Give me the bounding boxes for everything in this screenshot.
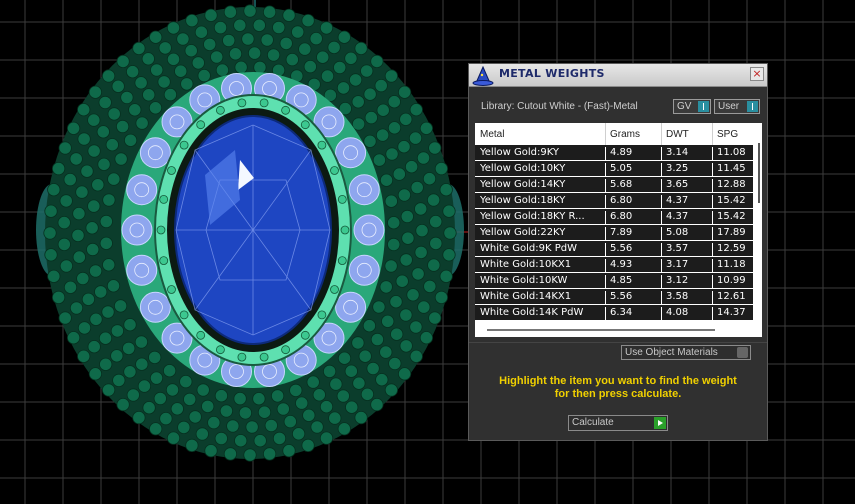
grams-value: 5.56 bbox=[610, 243, 633, 254]
spg-value: 11.45 bbox=[717, 163, 746, 174]
table-vertical-scrollbar[interactable] bbox=[758, 143, 760, 203]
grams-value: 5.68 bbox=[610, 179, 633, 190]
dwt-value: 4.08 bbox=[666, 307, 689, 318]
ring-model bbox=[36, 4, 464, 462]
dwt-value: 3.65 bbox=[666, 179, 689, 190]
calculate-label: Calculate bbox=[572, 417, 614, 428]
dwt-value: 3.58 bbox=[666, 291, 689, 302]
material-source-dropdown[interactable]: Use Object Materials bbox=[621, 345, 751, 360]
spg-value: 17.89 bbox=[717, 227, 746, 238]
grams-value: 7.89 bbox=[610, 227, 633, 238]
grams-value: 4.85 bbox=[610, 275, 633, 286]
panel-title: METAL WEIGHTS bbox=[499, 67, 605, 80]
gv-toggle[interactable]: GV bbox=[673, 99, 711, 114]
user-toggle-indicator bbox=[747, 101, 758, 112]
table-body: Yellow Gold:9KY 4.89 3.14 11.08 Yellow Gold:… bbox=[475, 145, 753, 323]
grams-value: 4.93 bbox=[610, 259, 633, 270]
user-toggle[interactable]: User bbox=[714, 99, 760, 114]
dwt-value: 4.37 bbox=[666, 195, 689, 206]
table-horizontal-scrollbar[interactable] bbox=[487, 329, 715, 331]
table-row[interactable]: White Gold:9K PdW 5.56 3.57 12.59 bbox=[475, 241, 753, 259]
table-row[interactable]: White Gold:14KX1 5.56 3.58 12.61 bbox=[475, 289, 753, 307]
spg-value: 12.59 bbox=[717, 243, 746, 254]
metal-name: Yellow Gold:18KY R... bbox=[480, 211, 585, 222]
metal-name: White Gold:10KX1 bbox=[480, 259, 572, 270]
spg-value: 12.61 bbox=[717, 291, 746, 302]
metal-name: White Gold:14KX1 bbox=[480, 291, 572, 302]
material-source-value: Use Object Materials bbox=[625, 347, 718, 358]
grams-value: 6.80 bbox=[610, 211, 633, 222]
table-row[interactable]: White Gold:10KX1 4.93 3.17 11.18 bbox=[475, 257, 753, 275]
metal-name: White Gold:14K PdW bbox=[480, 307, 584, 318]
panel-titlebar[interactable]: METAL WEIGHTS × bbox=[469, 64, 767, 87]
spg-value: 12.88 bbox=[717, 179, 746, 190]
spg-value: 10.99 bbox=[717, 275, 746, 286]
gv-toggle-label: GV bbox=[677, 101, 692, 112]
metal-name: Yellow Gold:9KY bbox=[480, 147, 559, 158]
table-row[interactable]: Yellow Gold:14KY 5.68 3.65 12.88 bbox=[475, 177, 753, 195]
table-row[interactable]: Yellow Gold:10KY 5.05 3.25 11.45 bbox=[475, 161, 753, 179]
spg-value: 15.42 bbox=[717, 211, 746, 222]
grams-value: 6.34 bbox=[610, 307, 633, 318]
grams-value: 4.89 bbox=[610, 147, 633, 158]
instruction-line-1: Highlight the item you want to find the … bbox=[499, 375, 737, 387]
table-row[interactable]: Yellow Gold:18KY 6.80 4.37 15.42 bbox=[475, 193, 753, 211]
table-row[interactable]: Yellow Gold:18KY R... 6.80 4.37 15.42 bbox=[475, 209, 753, 227]
spg-value: 11.18 bbox=[717, 259, 746, 270]
grams-value: 5.56 bbox=[610, 291, 633, 302]
column-header-metal[interactable]: Metal bbox=[480, 129, 504, 140]
divider bbox=[469, 342, 767, 343]
metal-table[interactable]: Metal Grams DWT SPG Yellow Gold:9KY 4.89 3… bbox=[475, 123, 762, 337]
play-icon bbox=[654, 417, 666, 429]
metal-name: Yellow Gold:22KY bbox=[480, 227, 566, 238]
table-row[interactable]: White Gold:14K PdW 6.34 4.08 14.37 bbox=[475, 305, 753, 323]
calculate-button[interactable]: Calculate bbox=[568, 415, 668, 431]
spg-value: 11.08 bbox=[717, 147, 746, 158]
metal-name: Yellow Gold:10KY bbox=[480, 163, 566, 174]
dwt-value: 5.08 bbox=[666, 227, 689, 238]
metal-name: White Gold:10KW bbox=[480, 275, 568, 286]
metal-name: Yellow Gold:18KY bbox=[480, 195, 566, 206]
metal-weights-panel: METAL WEIGHTS × Library: Cutout White - … bbox=[468, 63, 768, 441]
table-header: Metal Grams DWT SPG bbox=[475, 123, 762, 145]
dwt-value: 3.12 bbox=[666, 275, 689, 286]
column-header-grams[interactable]: Grams bbox=[610, 129, 640, 140]
close-button[interactable]: × bbox=[750, 67, 764, 81]
library-label: Library: Cutout White - (Fast)-Metal bbox=[481, 101, 638, 112]
dwt-value: 3.25 bbox=[666, 163, 689, 174]
wizard-hat-icon bbox=[472, 66, 494, 86]
spg-value: 14.37 bbox=[717, 307, 746, 318]
instruction-line-2: for then press calculate. bbox=[554, 388, 682, 400]
table-row[interactable]: Yellow Gold:9KY 4.89 3.14 11.08 bbox=[475, 145, 753, 163]
grams-value: 5.05 bbox=[610, 163, 633, 174]
dwt-value: 3.57 bbox=[666, 243, 689, 254]
spg-value: 15.42 bbox=[717, 195, 746, 206]
column-header-spg[interactable]: SPG bbox=[717, 129, 738, 140]
instruction-text: Highlight the item you want to find the … bbox=[479, 375, 757, 401]
gv-toggle-indicator bbox=[698, 101, 709, 112]
metal-name: White Gold:9K PdW bbox=[480, 243, 577, 254]
dropdown-arrow-icon bbox=[737, 347, 748, 358]
dwt-value: 3.17 bbox=[666, 259, 689, 270]
column-header-dwt[interactable]: DWT bbox=[666, 129, 689, 140]
grams-value: 6.80 bbox=[610, 195, 633, 206]
table-row[interactable]: White Gold:10KW 4.85 3.12 10.99 bbox=[475, 273, 753, 291]
table-row[interactable]: Yellow Gold:22KY 7.89 5.08 17.89 bbox=[475, 225, 753, 243]
metal-name: Yellow Gold:14KY bbox=[480, 179, 566, 190]
user-toggle-label: User bbox=[718, 101, 740, 112]
dwt-value: 3.14 bbox=[666, 147, 689, 158]
dwt-value: 4.37 bbox=[666, 211, 689, 222]
